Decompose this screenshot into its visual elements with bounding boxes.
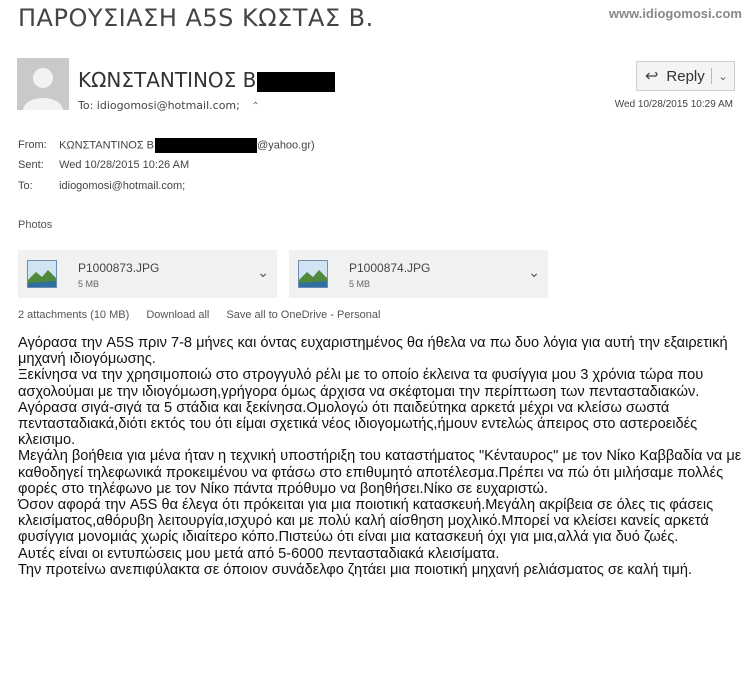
from-label: From: [18,139,47,152]
redaction-bar [155,138,258,153]
from-email-suffix: @yahoo.gr) [257,139,315,152]
message-body: Αγόρασα την A5S πριν 7-8 μήνες και όντας… [18,335,743,578]
meta-to: To: idiogomosi@hotmail.com; [18,180,185,192]
to-label: To: [78,99,94,112]
body-paragraph: Την προτείνω ανεπιφύλακτα σε όποιον συνά… [18,561,692,578]
person-silhouette-icon [17,58,69,110]
attachment-size: 5 MB [78,279,100,289]
site-watermark: www.idiogomosi.com [608,6,742,21]
recipient-line: To: idiogomosi@hotmail.com; ⌃ [78,99,260,112]
sender-avatar [17,58,69,110]
double-chevron-up-icon[interactable]: ⌃ [251,101,259,112]
body-paragraph: Αγόρασα σιγά-σιγά τα 5 στάδια και ξεκίνη… [18,399,698,449]
reply-label: Reply [666,67,705,85]
reply-arrow-icon: ↩ [645,68,659,85]
image-file-icon [27,260,57,288]
attachment-name: P1000874.JPG [349,261,431,275]
chevron-down-icon[interactable]: ⌄ [712,70,734,83]
download-all-link[interactable]: Download all [146,309,209,321]
meta-to-label: To: [18,180,33,192]
attachments-section-label: Photos [18,219,53,231]
reply-control: ↩ Reply ⌄ [636,61,735,91]
sender-name-text: ΚΩΝΣΤΑΝΤΙΝΟΣ Β [78,68,257,92]
meta-from: From: ΚΩΝΣΤΑΝΤΙΝΟΣ Β @yahoo.gr) [18,138,315,153]
page-title: ΠΑΡΟΥΣΙΑΣΗ Α5S ΚΩΣΤΑΣ Β. [18,4,374,32]
meta-sent: Sent: Wed 10/28/2015 10:26 AM [18,159,189,171]
body-paragraph: Ξεκίνησα να την χρησιμοποιώ στο στρογγυλ… [18,367,704,400]
sent-value: Wed 10/28/2015 10:26 AM [59,159,190,171]
body-paragraph: Αγόρασα την A5S πριν 7-8 μήνες και όντας… [18,335,728,368]
reply-button[interactable]: ↩ Reply [637,62,711,90]
attachment-card[interactable]: P1000873.JPG 5 MB ⌄ [18,250,277,298]
attachment-size: 5 MB [349,279,371,289]
chevron-down-icon[interactable]: ⌄ [257,265,269,281]
body-paragraph: Όσον αφορά την A5S θα έλεγα ότι πρόκειτα… [18,497,714,546]
chevron-down-icon[interactable]: ⌄ [528,265,540,281]
attachment-card[interactable]: P1000874.JPG 5 MB ⌄ [289,250,548,298]
body-paragraph: Μεγάλη βοήθεια για μένα ήταν η τεχνική υ… [18,448,742,497]
sent-label: Sent: [18,159,44,171]
attachments-summary: 2 attachments (10 MB) [18,309,130,321]
attachments-actions-bar: 2 attachments (10 MB) Download all Save … [18,309,394,321]
meta-to-value: idiogomosi@hotmail.com; [59,180,186,192]
sender-name: ΚΩΝΣΤΑΝΤΙΝΟΣ Β [78,68,336,92]
body-paragraph: Αυτές είναι οι εντυπώσεις μου μετά από 5… [18,545,500,562]
from-name: ΚΩΝΣΤΑΝΤΙΝΟΣ Β [59,139,155,152]
image-file-icon [298,260,328,288]
attachment-name: P1000873.JPG [78,261,160,275]
save-to-onedrive-link[interactable]: Save all to OneDrive - Personal [226,309,380,321]
received-date: Wed 10/28/2015 10:29 AM [614,99,733,110]
redaction-bar [257,71,336,92]
to-value[interactable]: idiogomosi@hotmail.com; [97,99,240,112]
